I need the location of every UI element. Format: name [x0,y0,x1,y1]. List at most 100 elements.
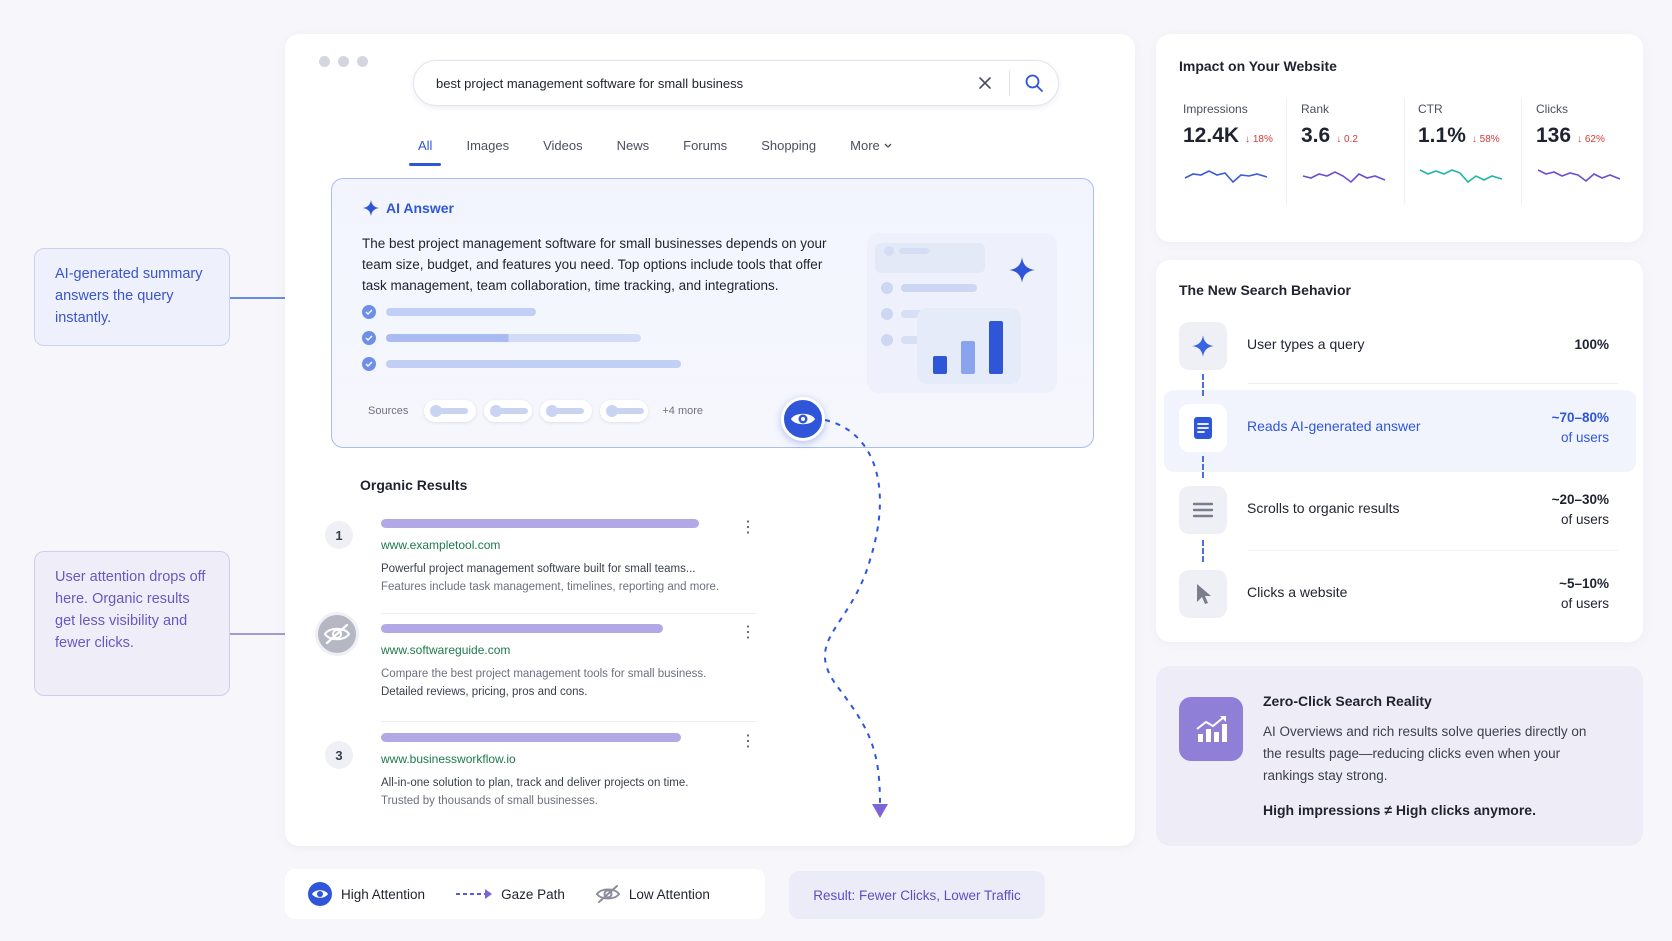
result-snippet-line1: Compare the best project management tool… [381,668,707,680]
eye-icon [308,882,332,906]
metric-clicks: Clicks 136 ↓ 62% [1536,102,1652,188]
source-pill[interactable] [484,400,533,422]
more-options-icon[interactable]: ⋮ [740,625,756,641]
check-icon [362,331,376,345]
metric-label: Impressions [1183,102,1248,116]
metric-impressions: Impressions 12.4K ↓ 18% [1183,102,1299,188]
organic-result[interactable]: www.businessworkflow.io All-in-one solut… [381,733,751,810]
attention-legend: High Attention Gaze Path Low Attention [285,869,765,919]
ai-answer-text: The best project management software for… [362,236,827,293]
result-title-bar[interactable] [381,624,663,633]
source-pill[interactable] [424,400,477,422]
tab-images[interactable]: Images [449,130,526,162]
metric-rank: Rank 3.6 ↓ 0.2 [1301,102,1417,188]
step-label: User types a query [1247,336,1365,352]
eye-off-icon [595,885,621,903]
window-controls [319,56,368,67]
organic-result[interactable]: www.softwareguide.com Compare the best p… [381,624,751,701]
search-bar[interactable]: best project management software for sma… [413,60,1059,106]
chevron-down-icon [884,143,892,148]
document-icon [1179,404,1227,452]
trend-chart-icon [1179,697,1243,761]
gaze-path [823,419,888,818]
ai-answer-header: AI Answer [362,199,454,217]
step-stat: 100% [1574,337,1609,352]
behavior-step-scroll: Scrolls to organic results ~20–30% of use… [1179,478,1609,538]
metric-ctr: CTR 1.1% ↓ 58% [1418,102,1534,188]
metric-change: ↓ 58% [1471,134,1500,145]
tab-all[interactable]: All [401,130,449,166]
behavior-title: The New Search Behavior [1179,282,1351,298]
result-snippet-line2: Features include task management, timeli… [381,581,720,593]
result-url[interactable]: www.businessworkflow.io [381,752,751,766]
result-url[interactable]: www.softwareguide.com [381,643,751,657]
metric-change: ↓ 0.2 [1336,134,1358,145]
zero-click-panel: Zero-Click Search Reality AI Overviews a… [1156,666,1643,846]
tab-more-label: More [850,138,880,153]
impact-panel: Impact on Your Website Impressions 12.4K… [1156,34,1643,242]
search-tabs: All Images Videos News Forums Shopping M… [401,130,909,166]
attention-drop-callout-text: User attention drops off here. Organic r… [55,569,206,651]
sources-label: Sources [368,405,409,417]
list-icon [1179,486,1227,534]
zero-click-title: Zero-Click Search Reality [1263,693,1432,709]
dashed-arrow-icon [456,889,493,899]
ai-answer-title: AI Answer [386,200,454,216]
step-label: Reads AI-generated answer [1247,418,1421,434]
result-snippet-line2: Detailed reviews, pricing, pros and cons… [381,686,588,698]
ai-checklist-item [362,331,641,345]
legend-gaze-path: Gaze Path [455,887,565,902]
behavior-step-click: Clicks a website ~5–10% of users [1179,562,1609,622]
more-options-icon[interactable]: ⋮ [740,734,756,750]
sparkline [1184,170,1268,184]
behavior-step-ai-answer: Reads AI-generated answer ~70–80% of user… [1179,396,1609,456]
search-input[interactable]: best project management software for sma… [436,76,961,91]
more-sources-link[interactable]: +4 more [662,405,703,417]
source-pill[interactable] [540,400,593,422]
search-icon[interactable] [1010,60,1058,106]
metric-value: 136 [1536,124,1572,147]
result-snippet-line1: Powerful project management software bui… [381,563,696,575]
tab-shopping[interactable]: Shopping [744,130,833,162]
sparkline [1302,171,1386,184]
step-label: Clicks a website [1247,584,1348,600]
behavior-step-query: User types a query 100% [1179,314,1609,374]
ai-checklist-item [362,357,681,371]
result-summary-badge: Result: Fewer Clicks, Lower Traffic [789,871,1045,919]
metric-value: 1.1% [1418,124,1466,147]
sources-row: Sources +4 more [368,400,703,422]
step-stat: ~5–10% of users [1559,576,1609,611]
high-attention-eye-icon [781,397,825,441]
result-url[interactable]: www.exampletool.com [381,538,751,552]
ai-summary-callout-text: AI-generated summary answers the query i… [55,266,203,326]
more-options-icon[interactable]: ⋮ [740,520,756,536]
tab-more[interactable]: More [833,130,909,162]
clear-icon[interactable] [961,60,1009,106]
result-snippet-line2: Trusted by thousands of small businesses… [381,795,598,807]
tab-news[interactable]: News [600,130,667,162]
metric-label: Rank [1301,102,1330,116]
check-icon [362,305,376,319]
step-stat: ~20–30% of users [1551,492,1609,527]
organic-results-title: Organic Results [360,477,468,493]
zero-click-highlight: High impressions ≠ High clicks anymore. [1263,802,1536,818]
organic-result[interactable]: www.exampletool.com Powerful project man… [381,519,751,596]
tab-videos[interactable]: Videos [526,130,600,162]
result-rank-1: 1 [325,521,353,549]
legend-low-label: Low Attention [628,886,710,902]
tab-forums[interactable]: Forums [666,130,744,162]
ai-answer-box: AI Answer The best project management so… [331,178,1094,448]
metric-change: ↓ 62% [1577,134,1605,145]
legend-gaze-label: Gaze Path [501,886,565,902]
search-behavior-panel: The New Search Behavior User types a que… [1156,260,1643,642]
ai-checklist-item [362,305,536,319]
metric-label: Clicks [1536,102,1568,116]
ai-summary-callout: AI-generated summary answers the query i… [34,248,230,346]
attention-drop-callout: User attention drops off here. Organic r… [34,551,230,696]
metric-value: 12.4K [1183,124,1240,147]
result-title-bar[interactable] [381,733,681,742]
zero-click-body: AI Overviews and rich results solve quer… [1263,724,1587,783]
metric-change: ↓ 18% [1245,134,1273,145]
result-title-bar[interactable] [381,519,699,528]
source-pill[interactable] [600,400,649,422]
